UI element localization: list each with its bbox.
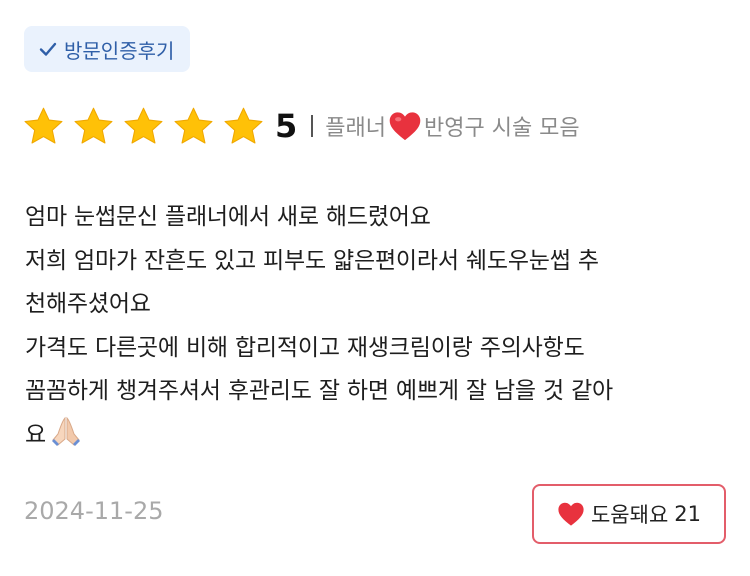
review-line: 엄마 눈썹문신 플래너에서 새로 해드렸어요	[25, 204, 431, 230]
review-date: 2024-11-25	[24, 497, 164, 525]
shop-name-prefix: 플래너	[325, 116, 386, 141]
star-icon	[172, 105, 215, 148]
heart-icon	[557, 501, 585, 527]
star-rating	[22, 105, 265, 148]
review-line: 저희 엄마가 잔흔도 있고 피부도 얇은편이라서 쉐도우눈썹 추	[25, 247, 599, 274]
review-line: 요	[25, 421, 46, 448]
shop-link[interactable]: 플래너 반영구 시술 모음	[325, 110, 580, 142]
review-text: 엄마 눈썹문신 플래너에서 새로 해드렸어요 저희 엄마가 잔흔도 있고 피부도…	[25, 196, 725, 457]
helpful-button[interactable]: 도움돼요 21	[532, 484, 726, 544]
divider	[311, 115, 314, 137]
helpful-count: 21	[674, 502, 701, 526]
shop-name-suffix: 반영구 시술 모음	[424, 116, 580, 141]
verified-visit-badge: 방문인증후기	[24, 26, 191, 72]
star-icon	[222, 105, 265, 148]
check-icon	[38, 39, 58, 59]
review-line-last: 요	[25, 414, 725, 458]
badge-label: 방문인증후기	[64, 38, 175, 63]
rating-score: 5	[275, 107, 298, 145]
praying-hands-icon	[48, 414, 84, 448]
heart-icon	[388, 110, 422, 142]
rating-row: 5 플래너 반영구 시술 모음	[22, 100, 580, 152]
star-icon	[122, 105, 165, 148]
helpful-label: 도움돼요	[590, 503, 669, 527]
review-line: 천해주셨어요	[25, 291, 151, 317]
review-line: 가격도 다른곳에 비해 합리적이고 재생크림이랑 주의사항도	[25, 334, 585, 361]
review-line: 꼼꼼하게 챙겨주셔서 후관리도 잘 하면 예쁘게 잘 남을 것 같아	[25, 378, 613, 404]
star-icon	[72, 105, 115, 148]
star-icon	[22, 105, 65, 148]
